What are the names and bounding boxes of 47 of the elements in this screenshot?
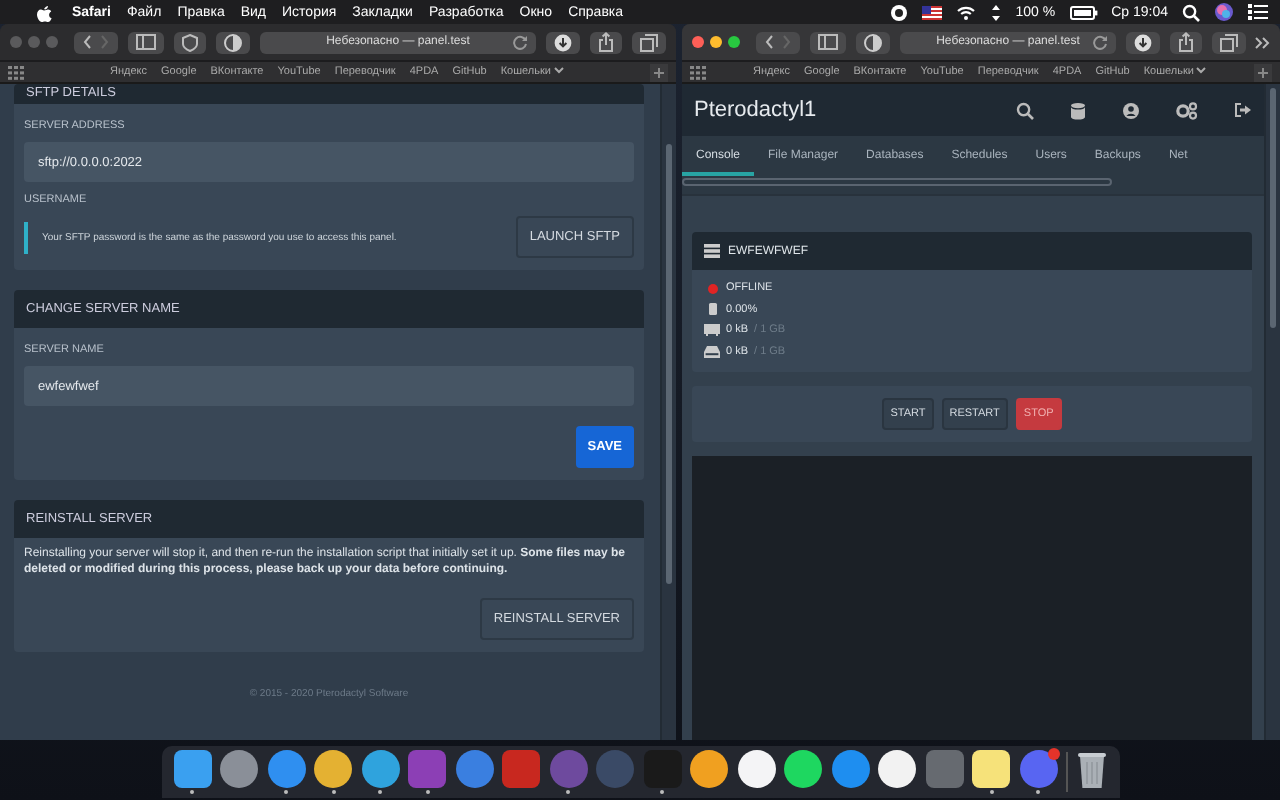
chevrons-icon[interactable] [1254, 35, 1270, 49]
chip-icon [704, 302, 720, 316]
apple-icon[interactable] [36, 3, 52, 21]
arrows-icon[interactable] [989, 3, 1002, 21]
caret-icon [553, 66, 564, 74]
scrollbar[interactable] [682, 178, 1112, 186]
database-icon[interactable] [1070, 101, 1086, 119]
contrast-icon[interactable] [856, 31, 890, 53]
sidebar-icon[interactable] [128, 31, 164, 53]
tabs-icon[interactable] [1212, 31, 1246, 53]
zoom-button[interactable] [728, 36, 740, 48]
reload-icon[interactable] [1092, 34, 1108, 50]
user-circle-icon[interactable] [1122, 101, 1140, 119]
memory-icon [704, 324, 720, 336]
flag-icon[interactable] [921, 5, 942, 19]
reload-icon[interactable] [512, 34, 528, 50]
download-icon[interactable] [546, 31, 580, 53]
drive-icon [704, 345, 720, 357]
wifi-icon[interactable] [955, 4, 976, 20]
brand-title[interactable]: Pterodactyl1 [694, 98, 817, 122]
orb-icon[interactable] [1214, 2, 1234, 22]
grid-icon[interactable] [690, 65, 706, 79]
back-forward-button[interactable] [756, 31, 800, 53]
sign-out-icon[interactable] [1234, 101, 1252, 119]
record-icon[interactable] [889, 3, 908, 21]
server-icon [704, 244, 720, 258]
share-icon[interactable] [1170, 31, 1202, 53]
tabs-icon[interactable] [632, 31, 666, 53]
close-button[interactable] [692, 36, 704, 48]
plus-icon[interactable] [1254, 63, 1272, 81]
search-icon[interactable] [1016, 101, 1034, 119]
scrollbar[interactable] [1264, 84, 1280, 740]
gears-icon[interactable] [1176, 101, 1198, 119]
grid-icon[interactable] [8, 65, 24, 79]
share-icon[interactable] [590, 31, 622, 53]
battery-icon[interactable] [1069, 5, 1098, 19]
list-icon[interactable] [1248, 4, 1268, 20]
scrollbar[interactable] [660, 84, 676, 740]
contrast-icon[interactable] [216, 31, 250, 53]
sidebar-icon[interactable] [810, 31, 846, 53]
minimize-button[interactable] [710, 36, 722, 48]
plus-icon[interactable] [650, 63, 668, 81]
download-icon[interactable] [1126, 31, 1160, 53]
trash-icon[interactable] [1075, 750, 1107, 788]
back-forward-button[interactable] [74, 31, 118, 53]
caret-icon [1196, 66, 1207, 74]
shield-icon[interactable] [174, 31, 206, 53]
